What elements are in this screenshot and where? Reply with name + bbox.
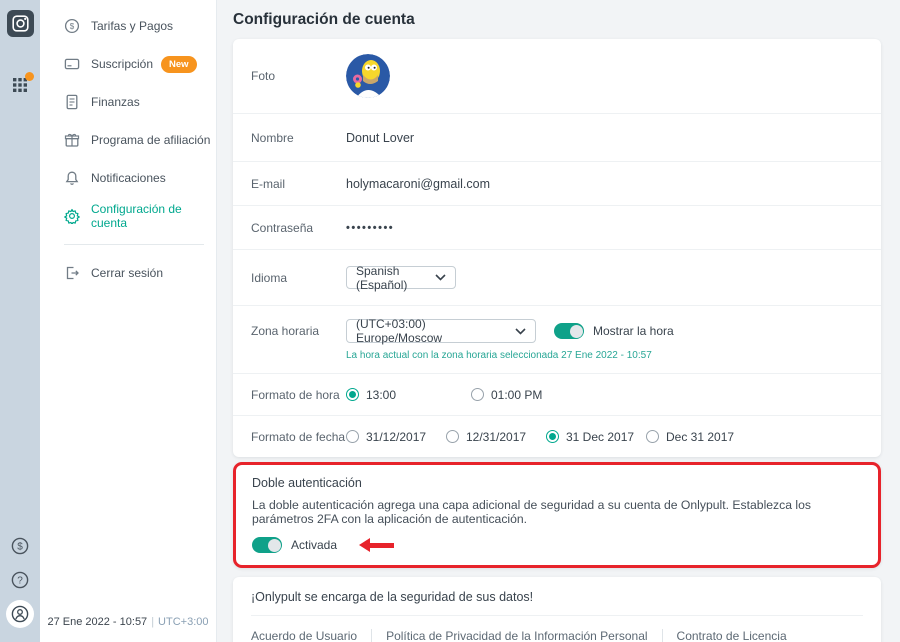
- app-root: $ ? $ Tarifas y Pagos Suscripción New Fi…: [0, 0, 900, 642]
- date-format-row: Formato de fecha 31/12/2017 12/31/2017 3…: [233, 415, 881, 457]
- main-content: Configuración de cuenta Foto Nombre Donu…: [217, 0, 900, 642]
- sidebar-item-configuracion[interactable]: Configuración de cuenta: [40, 197, 216, 235]
- help-question-icon[interactable]: ?: [6, 566, 34, 594]
- rail-bottom: $ ?: [6, 532, 34, 642]
- utc-offset: UTC+3:00: [158, 616, 209, 628]
- radio-icon: [346, 430, 359, 443]
- two-factor-toggle[interactable]: [252, 537, 282, 553]
- sidebar-item-cerrar-sesion[interactable]: Cerrar sesión: [40, 254, 216, 292]
- camera-glyph: [11, 15, 29, 32]
- avatar[interactable]: [346, 54, 390, 98]
- password-row: Contraseña •••••••••: [233, 205, 881, 249]
- dollar-circle-icon: $: [64, 18, 80, 34]
- page-title: Configuración de cuenta: [233, 11, 415, 28]
- photo-label: Foto: [251, 69, 276, 83]
- email-value: holymacaroni@gmail.com: [346, 176, 490, 191]
- time-format-option-24h[interactable]: 13:00: [346, 388, 471, 402]
- left-rail: $ ?: [0, 0, 40, 642]
- sidebar-item-label: Suscripción: [91, 57, 154, 71]
- show-time-toggle[interactable]: [554, 323, 584, 339]
- language-label: Idioma: [251, 270, 288, 285]
- sidebar-item-label: Cerrar sesión: [91, 266, 164, 280]
- avatar-image: [346, 54, 390, 98]
- bell-icon: [64, 170, 80, 186]
- radio-selected-icon: [346, 388, 359, 401]
- sidebar-divider: [64, 244, 204, 245]
- sidebar-item-afiliacion[interactable]: Programa de afiliación: [40, 121, 216, 159]
- timezone-select[interactable]: (UTC+03:00) Europe/Moscow: [346, 317, 536, 345]
- gift-icon: [64, 132, 80, 148]
- billing-dollar-icon[interactable]: $: [6, 532, 34, 560]
- language-selected-value: Spanish (Español): [356, 263, 408, 292]
- timezone-row: Zona horaria (UTC+03:00) Europe/Moscow M…: [233, 305, 881, 373]
- password-value: •••••••••: [346, 221, 395, 234]
- radio-icon: [471, 388, 484, 401]
- sidebar-item-tarifas[interactable]: $ Tarifas y Pagos: [40, 7, 216, 45]
- date-format-option-4[interactable]: Dec 31 2017: [646, 430, 746, 444]
- sidebar-item-notificaciones[interactable]: Notificaciones: [40, 159, 216, 197]
- svg-text:$: $: [70, 22, 75, 31]
- logout-icon: [64, 265, 80, 281]
- sidebar-item-label: Notificaciones: [91, 171, 166, 185]
- svg-text:?: ?: [17, 576, 23, 587]
- license-contract-link[interactable]: Contrato de Licencia: [661, 629, 801, 642]
- timezone-label: Zona horaria: [251, 324, 320, 338]
- email-label: E-mail: [251, 176, 286, 191]
- show-time-label: Mostrar la hora: [593, 324, 674, 338]
- two-factor-card-highlighted: Doble autenticación La doble autenticaci…: [233, 462, 881, 568]
- radio-selected-icon: [546, 430, 559, 443]
- sidebar-item-finanzas[interactable]: Finanzas: [40, 83, 216, 121]
- security-footer-card: ¡Onlypult se encarga de la seguridad de …: [233, 577, 881, 642]
- timezone-hint: La hora actual con la zona horaria selec…: [346, 350, 652, 361]
- radio-icon: [446, 430, 459, 443]
- svg-text:$: $: [17, 542, 23, 553]
- gear-icon: [64, 208, 80, 224]
- chevron-down-icon: [515, 327, 526, 335]
- security-headline: ¡Onlypult se encarga de la seguridad de …: [251, 590, 863, 616]
- time-format-row: Formato de hora 13:00 01:00 PM: [233, 373, 881, 415]
- two-factor-description: La doble autenticación agrega una capa a…: [252, 498, 811, 526]
- apps-grid-icon[interactable]: [12, 72, 34, 98]
- instagram-app-icon[interactable]: [6, 10, 34, 37]
- new-badge: New: [161, 55, 197, 73]
- notification-dot: [25, 72, 34, 81]
- sidebar-item-suscripcion[interactable]: Suscripción New: [40, 45, 216, 83]
- name-row: Nombre Donut Lover: [233, 113, 881, 161]
- current-datetime: 27 Ene 2022 - 10:57: [47, 616, 148, 628]
- time-format-option-12h[interactable]: 01:00 PM: [471, 388, 596, 402]
- name-label: Nombre: [251, 130, 294, 145]
- date-format-label: Formato de fecha: [251, 429, 346, 444]
- sidebar-datetime: 27 Ene 2022 - 10:57 | UTC+3:00: [47, 616, 209, 628]
- sidebar: $ Tarifas y Pagos Suscripción New Finanz…: [40, 0, 217, 642]
- email-row: E-mail holymacaroni@gmail.com: [233, 161, 881, 205]
- password-label: Contraseña: [251, 220, 314, 235]
- privacy-policy-link[interactable]: Política de Privacidad de la Información…: [371, 629, 661, 642]
- date-format-option-1[interactable]: 31/12/2017: [346, 430, 446, 444]
- highlight-arrow-icon: [359, 538, 395, 552]
- sidebar-item-label: Tarifas y Pagos: [91, 19, 174, 33]
- card-icon: [64, 56, 80, 72]
- language-select[interactable]: Spanish (Español): [346, 263, 456, 292]
- account-settings-card: Foto Nombre Donut Lover E-mail holymacar…: [233, 39, 881, 457]
- time-format-label: Formato de hora: [251, 387, 340, 402]
- date-format-option-3[interactable]: 31 Dec 2017: [546, 430, 646, 444]
- date-format-option-2[interactable]: 12/31/2017: [446, 430, 546, 444]
- chevron-down-icon: [435, 274, 446, 281]
- user-agreement-link[interactable]: Acuerdo de Usuario: [251, 629, 371, 642]
- two-factor-title: Doble autenticación: [252, 476, 362, 490]
- name-value: Donut Lover: [346, 130, 415, 145]
- sidebar-item-label: Finanzas: [91, 95, 140, 109]
- profile-person-icon[interactable]: [6, 600, 34, 628]
- timezone-selected-value: (UTC+03:00) Europe/Moscow: [356, 317, 443, 345]
- document-icon: [64, 94, 80, 110]
- two-factor-toggle-label: Activada: [291, 538, 338, 552]
- photo-row: Foto: [233, 39, 881, 113]
- sidebar-item-label: Programa de afiliación: [91, 133, 211, 147]
- sidebar-item-label: Configuración de cuenta: [91, 202, 182, 230]
- radio-icon: [646, 430, 659, 443]
- language-row: Idioma Spanish (Español): [233, 249, 881, 305]
